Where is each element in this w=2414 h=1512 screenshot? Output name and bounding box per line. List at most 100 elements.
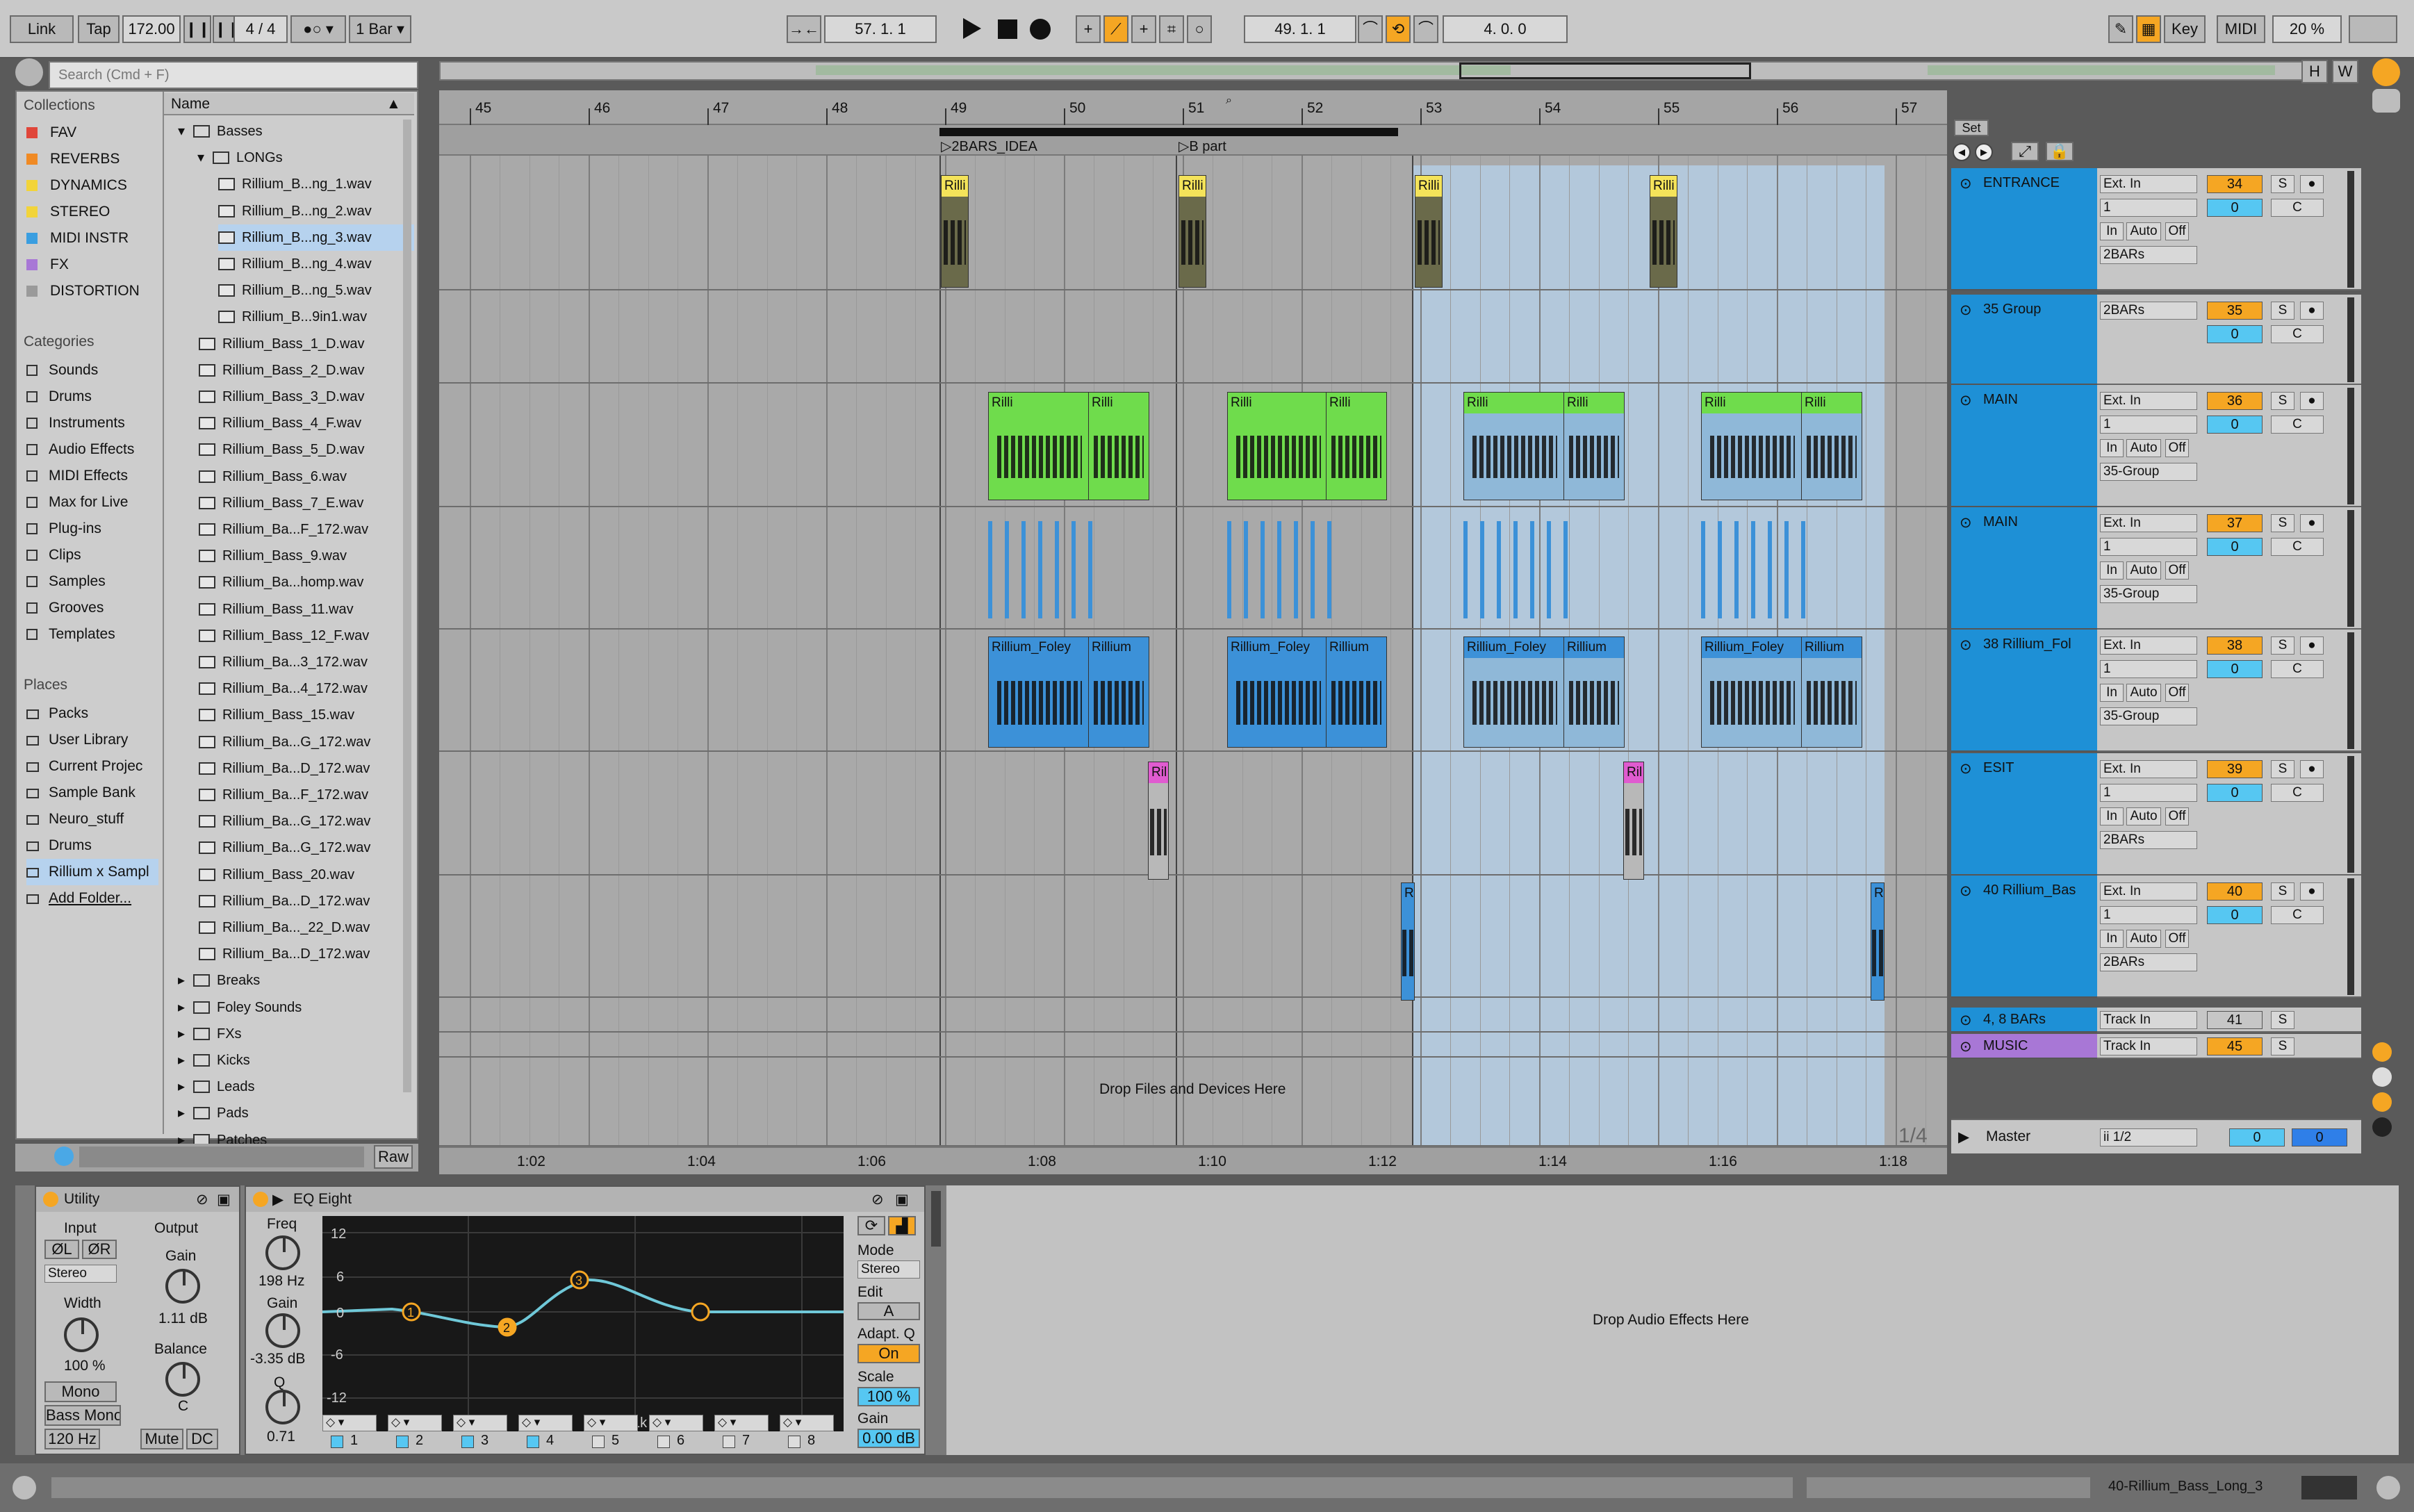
clip-slice[interactable] bbox=[1801, 521, 1805, 618]
eq-save-icon[interactable]: ▣ bbox=[895, 1191, 909, 1208]
status-toggle-icon[interactable] bbox=[13, 1476, 36, 1499]
eq-band-toggle[interactable] bbox=[527, 1436, 539, 1448]
tree-expand-icon[interactable]: ▾ bbox=[197, 145, 213, 171]
link-button[interactable]: Link bbox=[10, 15, 74, 43]
track-channel-select[interactable]: 1 bbox=[2100, 416, 2197, 434]
tree-file[interactable]: Rillium_Ba...G_172.wav bbox=[199, 729, 370, 755]
eq-band-filter-select[interactable]: ◇ ▾ bbox=[518, 1415, 573, 1431]
bass-mono-button[interactable]: Bass Mono bbox=[44, 1405, 121, 1426]
track-fold-icon[interactable]: ⊙ bbox=[1960, 760, 1972, 778]
clip-slice[interactable] bbox=[1088, 521, 1092, 618]
eq-band-toggle[interactable] bbox=[396, 1436, 409, 1448]
tree-file[interactable]: Rillium_B...9in1.wav bbox=[218, 304, 367, 330]
track-pan[interactable]: C bbox=[2271, 660, 2324, 678]
eq-band-filter-select[interactable]: ◇ ▾ bbox=[649, 1415, 703, 1431]
monitor-in-button[interactable]: In bbox=[2100, 222, 2124, 240]
preview-toggle-icon[interactable] bbox=[54, 1147, 74, 1166]
arm-button[interactable]: ● bbox=[2300, 636, 2324, 655]
eq-title-bar[interactable]: ▶ EQ Eight ⊘ ▣ bbox=[246, 1187, 924, 1212]
collection-item[interactable]: FX bbox=[26, 252, 69, 278]
tree-file[interactable]: Rillium_B...ng_1.wav bbox=[218, 171, 372, 197]
h-toggle[interactable]: H bbox=[2301, 60, 2328, 83]
track-fold-icon[interactable]: ⊙ bbox=[1960, 882, 1972, 900]
track-input-select[interactable]: Ext. In bbox=[2100, 392, 2197, 410]
track-lane[interactable] bbox=[439, 753, 1947, 876]
w-toggle[interactable]: W bbox=[2332, 60, 2358, 83]
track-volume[interactable]: 0 bbox=[2207, 906, 2263, 924]
track-channel-select[interactable]: 1 bbox=[2100, 906, 2197, 924]
clip-entrance[interactable]: Rilli bbox=[1415, 175, 1443, 288]
place-item[interactable]: Packs bbox=[26, 700, 88, 727]
tree-file[interactable]: Rillium_Bass_5_D.wav bbox=[199, 436, 365, 463]
monitor-auto-button[interactable]: Auto bbox=[2126, 439, 2161, 457]
track-number-activator[interactable]: 40 bbox=[2207, 882, 2263, 901]
eq-freq-knob[interactable] bbox=[265, 1235, 300, 1270]
clip-slice[interactable] bbox=[1751, 521, 1755, 618]
monitor-in-button[interactable]: In bbox=[2100, 930, 2124, 948]
tree-file[interactable]: Rillium_Bass_4_F.wav bbox=[199, 410, 361, 436]
category-item[interactable]: Clips bbox=[26, 542, 81, 568]
clip-main[interactable]: Rilli bbox=[1088, 392, 1149, 500]
eq-node-1[interactable]: 1 bbox=[402, 1302, 421, 1322]
track-volume[interactable]: 0 bbox=[2207, 325, 2263, 343]
arm-button[interactable]: ● bbox=[2300, 514, 2324, 532]
track-fold-icon[interactable]: ⊙ bbox=[1960, 514, 1972, 532]
eq-band-toggle[interactable] bbox=[331, 1436, 343, 1448]
utility-hotswap-icon[interactable]: ⊘ bbox=[196, 1191, 208, 1208]
tree-folder[interactable]: ▸ Foley Sounds bbox=[178, 994, 302, 1021]
set-button[interactable]: Set bbox=[1954, 120, 1989, 136]
master-input-select[interactable]: ii 1/2 bbox=[2100, 1128, 2197, 1147]
track-fold-icon[interactable]: ⊙ bbox=[1960, 636, 1972, 654]
utility-gain-knob[interactable] bbox=[165, 1269, 200, 1304]
track-input-select[interactable]: Ext. In bbox=[2100, 175, 2197, 193]
re-enable-icon[interactable]: + bbox=[1131, 15, 1156, 43]
clip-entrance[interactable]: Rilli bbox=[941, 175, 969, 288]
tree-file[interactable]: Rillium_Ba...4_172.wav bbox=[199, 675, 368, 702]
solo-button[interactable]: S bbox=[2271, 302, 2294, 320]
clip-slice[interactable] bbox=[1463, 521, 1468, 618]
monitor-off-button[interactable]: Off bbox=[2165, 439, 2189, 457]
track-input-select[interactable]: Ext. In bbox=[2100, 514, 2197, 532]
clip-foley[interactable]: Rillium bbox=[1801, 636, 1862, 748]
track-output-select[interactable]: 35-Group bbox=[2100, 707, 2197, 725]
eq-display[interactable]: 12 6 0 -6 -12 100 1k 10k 1 2 3 bbox=[322, 1216, 844, 1431]
track-number-activator[interactable]: 38 bbox=[2207, 636, 2263, 655]
monitor-in-button[interactable]: In bbox=[2100, 561, 2124, 580]
track-header[interactable]: ⊙ MAIN bbox=[1951, 507, 2097, 630]
time-signature-field[interactable]: 4 / 4 bbox=[233, 15, 288, 43]
arrangement-position-field[interactable]: 57. 1. 1 bbox=[824, 15, 937, 43]
group-solo-button[interactable]: S bbox=[2271, 1037, 2294, 1055]
tree-file[interactable]: Rillium_Ba...D_172.wav bbox=[199, 755, 370, 782]
session-record-icon[interactable]: ○ bbox=[1187, 15, 1212, 43]
collection-item[interactable]: FAV bbox=[26, 120, 76, 146]
tree-folder[interactable]: ▸ Pads bbox=[178, 1100, 249, 1126]
loop-start-field[interactable]: 49. 1. 1 bbox=[1244, 15, 1356, 43]
track-lane[interactable] bbox=[439, 1033, 1947, 1058]
master-pan[interactable]: 0 bbox=[2292, 1128, 2347, 1147]
clip-slice[interactable] bbox=[1227, 521, 1231, 618]
clip-slice[interactable] bbox=[1701, 521, 1705, 618]
detail-toggle-icon[interactable] bbox=[2376, 1476, 2400, 1499]
master-volume[interactable]: 0 bbox=[2229, 1128, 2285, 1147]
tree-folder[interactable]: ▾ LONGs bbox=[197, 145, 283, 171]
track-input-select[interactable]: Ext. In bbox=[2100, 760, 2197, 778]
track-number-activator[interactable]: 36 bbox=[2207, 392, 2263, 410]
loop-brace[interactable] bbox=[939, 128, 1398, 136]
punch-in-icon[interactable]: ⌒ bbox=[1358, 15, 1383, 43]
clip-slice[interactable] bbox=[988, 521, 992, 618]
arm-button[interactable]: ● bbox=[2300, 760, 2324, 778]
automation-arm-icon[interactable]: ⟋ bbox=[1103, 15, 1128, 43]
track-fold-icon[interactable]: ⊙ bbox=[1960, 175, 1972, 192]
clip-foley[interactable]: Rillium_Foley bbox=[1227, 636, 1330, 748]
group-track-header[interactable]: ⊙ MUSIC bbox=[1951, 1034, 2097, 1059]
track-channel-select[interactable]: 1 bbox=[2100, 538, 2197, 556]
tree-file[interactable]: Rillium_Bass_12_F.wav bbox=[199, 623, 369, 649]
clip-foley[interactable]: Rillium_Foley bbox=[988, 636, 1091, 748]
browser-scrollbar[interactable] bbox=[403, 120, 411, 1092]
tree-expand-icon[interactable]: ▾ bbox=[178, 118, 193, 145]
eq-band-filter-select[interactable]: ◇ ▾ bbox=[714, 1415, 769, 1431]
track-volume[interactable]: 0 bbox=[2207, 199, 2263, 217]
io-toggle-icon[interactable] bbox=[2372, 1042, 2392, 1062]
track-pan[interactable]: C bbox=[2271, 416, 2324, 434]
clip-main[interactable]: Rilli bbox=[988, 392, 1091, 500]
